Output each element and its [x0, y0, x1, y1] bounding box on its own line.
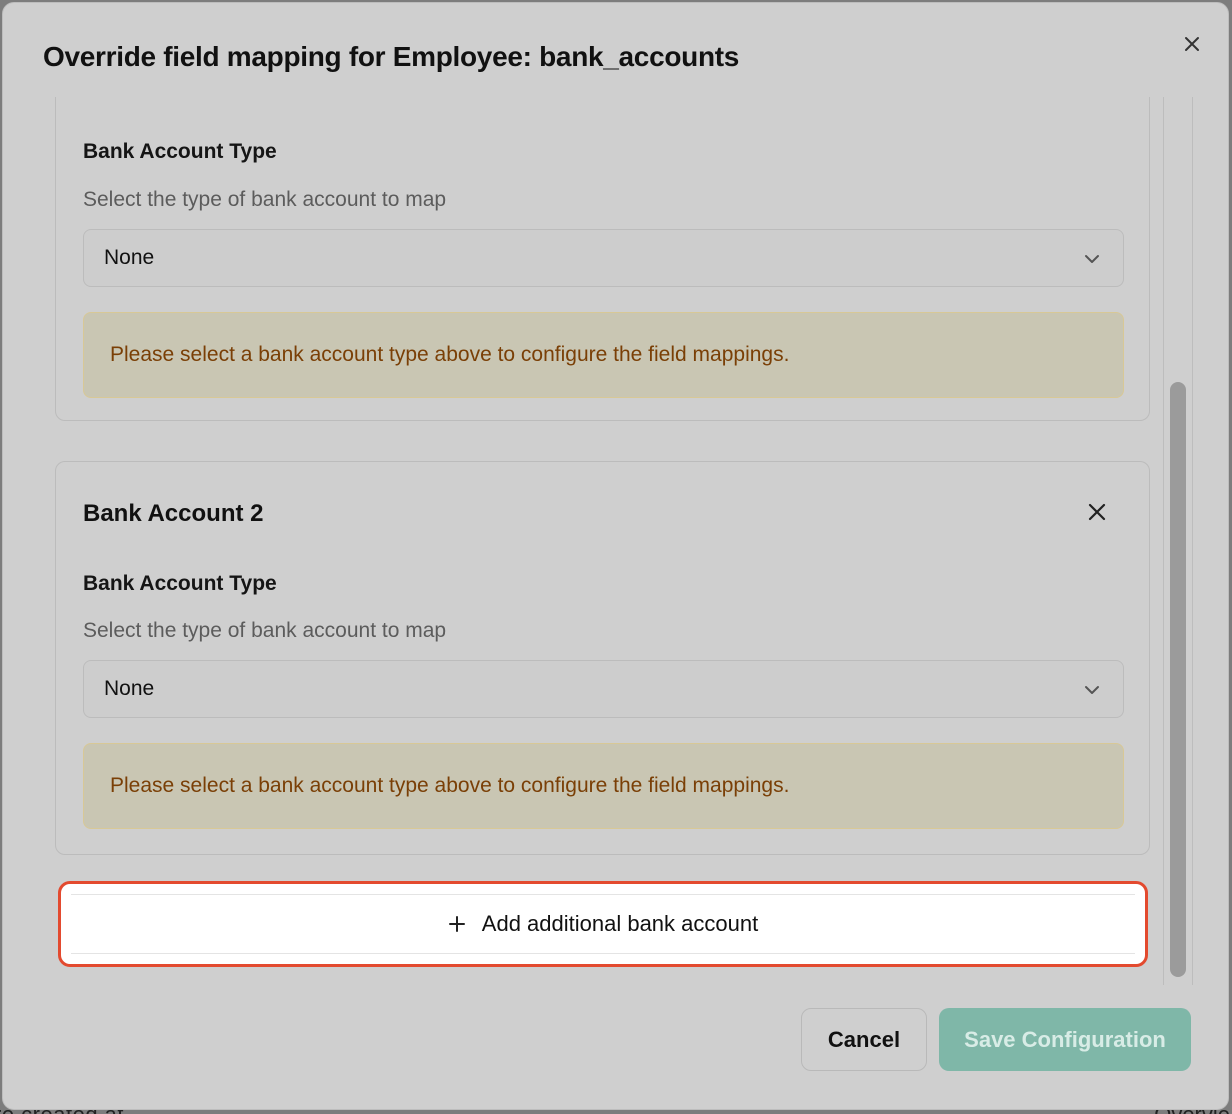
warning-notice: Please select a bank account type above … — [83, 743, 1124, 829]
bank-account-type-select[interactable]: None — [83, 229, 1124, 287]
save-configuration-button[interactable]: Save Configuration — [939, 1008, 1191, 1071]
field-description: Select the type of bank account to map — [83, 619, 447, 642]
scrollbar-thumb[interactable] — [1170, 382, 1186, 977]
plus-icon — [448, 909, 466, 940]
field-mapping-dialog: Override field mapping for Employee: ban… — [2, 2, 1229, 1110]
cancel-button[interactable]: Cancel — [801, 1008, 927, 1071]
select-value: None — [104, 246, 155, 269]
close-icon[interactable] — [1085, 500, 1109, 524]
chevron-down-icon — [1085, 686, 1099, 694]
card-title: Bank Account 2 — [83, 500, 264, 527]
dialog-scroll-area[interactable]: Bank Account Type Select the type of ban… — [3, 97, 1230, 985]
dialog-title: Override field mapping for Employee: ban… — [43, 41, 740, 72]
field-label: Bank Account Type — [83, 572, 277, 595]
field-description: Select the type of bank account to map — [83, 188, 447, 211]
warning-notice: Please select a bank account type above … — [83, 312, 1124, 398]
select-value: None — [104, 677, 155, 700]
close-icon[interactable] — [1179, 31, 1205, 57]
bank-account-card: Bank Account Type Select the type of ban… — [55, 97, 1150, 421]
chevron-down-icon — [1085, 255, 1099, 263]
bank-account-card: Bank Account 2 Bank Account Type Select … — [55, 461, 1150, 855]
field-label: Bank Account Type — [83, 140, 277, 163]
bank-account-type-select[interactable]: None — [83, 660, 1124, 718]
add-bank-account-button[interactable]: Add additional bank account — [58, 881, 1148, 967]
add-button-label: Add additional bank account — [481, 911, 759, 936]
